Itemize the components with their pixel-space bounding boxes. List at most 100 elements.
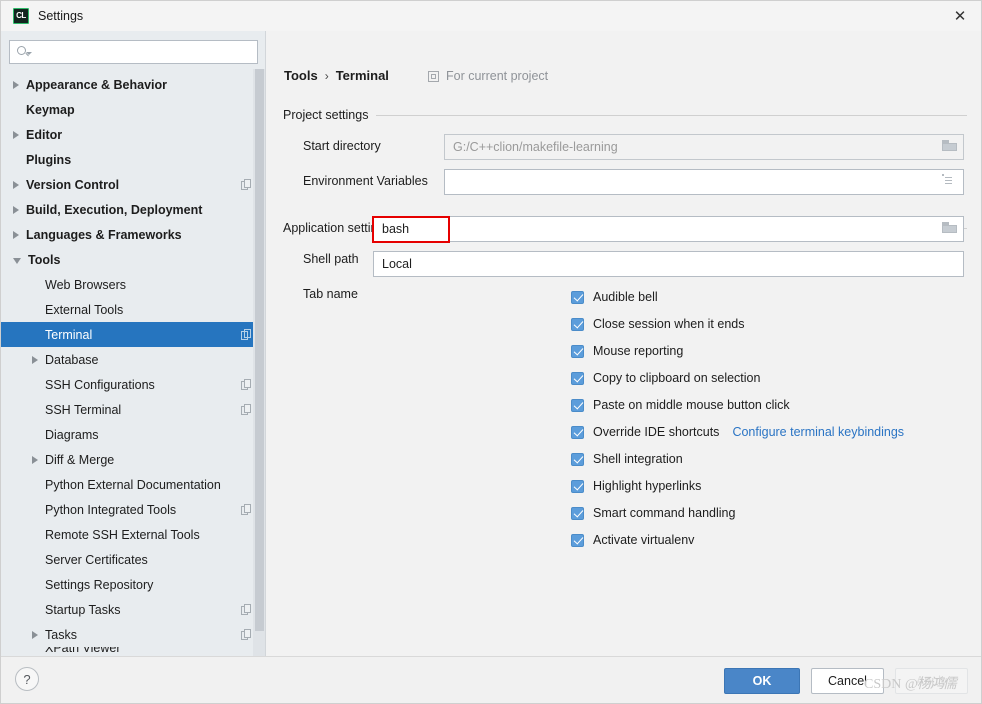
sidebar-item-tools[interactable]: Tools <box>1 247 266 272</box>
sidebar-item-ssh-configurations[interactable]: SSH Configurations <box>1 372 266 397</box>
close-icon[interactable]: ✕ <box>937 1 981 31</box>
sidebar-item-diff-merge[interactable]: Diff & Merge <box>1 447 266 472</box>
checkbox-row-close-session-when-it-ends[interactable]: Close session when it ends <box>571 317 744 331</box>
sidebar-scrollbar-thumb[interactable] <box>255 69 264 631</box>
project-scope-icon <box>241 403 252 416</box>
sidebar-item-label: Settings Repository <box>45 577 154 592</box>
help-button[interactable]: ? <box>15 667 39 691</box>
sidebar-item-version-control[interactable]: Version Control <box>1 172 266 197</box>
apply-button[interactable]: Apply <box>895 668 968 694</box>
checkbox-row-highlight-hyperlinks[interactable]: Highlight hyperlinks <box>571 479 701 493</box>
checkbox-checked-icon[interactable] <box>571 479 584 493</box>
sidebar-item-label: Startup Tasks <box>45 602 121 617</box>
checkbox-label: Mouse reporting <box>593 344 684 358</box>
for-current-project-text: For current project <box>446 69 549 83</box>
sidebar-item-build-execution-deployment[interactable]: Build, Execution, Deployment <box>1 197 266 222</box>
shell-path-field[interactable] <box>373 216 964 242</box>
checkbox-checked-icon[interactable] <box>571 317 584 331</box>
sidebar-item-web-browsers[interactable]: Web Browsers <box>1 272 266 297</box>
chevron-right-icon[interactable] <box>32 455 38 464</box>
sidebar-item-appearance-behavior[interactable]: Appearance & Behavior <box>1 72 266 97</box>
start-directory-field[interactable] <box>444 134 964 160</box>
checkbox-row-audible-bell[interactable]: Audible bell <box>571 290 658 304</box>
sidebar-item-diagrams[interactable]: Diagrams <box>1 422 266 447</box>
environment-variables-label: Environment Variables <box>303 174 428 188</box>
checkbox-checked-icon[interactable] <box>571 344 584 358</box>
sidebar-item-python-external-documentation[interactable]: Python External Documentation <box>1 472 266 497</box>
chevron-right-icon[interactable] <box>32 355 38 364</box>
title-bar: CL Settings ✕ <box>1 1 981 31</box>
checkbox-row-copy-to-clipboard-on-selection[interactable]: Copy to clipboard on selection <box>571 371 760 385</box>
search-box[interactable] <box>9 40 258 64</box>
shell-path-label-row: Shell path <box>303 252 359 266</box>
environment-variables-field[interactable] <box>444 169 964 195</box>
sidebar-item-xpath-viewer[interactable]: XPath Viewer <box>1 647 266 656</box>
breadcrumb-separator: › <box>324 68 329 83</box>
checkbox-checked-icon[interactable] <box>571 533 584 547</box>
checkbox-checked-icon[interactable] <box>571 452 584 466</box>
project-scope-icon <box>241 328 252 341</box>
sidebar-item-plugins[interactable]: Plugins <box>1 147 266 172</box>
sidebar-item-server-certificates[interactable]: Server Certificates <box>1 547 266 572</box>
search-input[interactable] <box>35 44 235 60</box>
environment-variables-input[interactable] <box>445 170 963 194</box>
search-icon[interactable] <box>15 43 33 61</box>
checkbox-row-activate-virtualenv[interactable]: Activate virtualenv <box>571 533 694 547</box>
checkbox-row-mouse-reporting[interactable]: Mouse reporting <box>571 344 683 358</box>
sidebar-item-startup-tasks[interactable]: Startup Tasks <box>1 597 266 622</box>
sidebar-item-label: Database <box>45 352 99 367</box>
sidebar-item-remote-ssh-external-tools[interactable]: Remote SSH External Tools <box>1 522 266 547</box>
sidebar-item-label: XPath Viewer <box>45 647 121 655</box>
tab-name-input[interactable] <box>374 252 963 276</box>
chevron-right-icon[interactable] <box>32 630 38 639</box>
tab-name-field[interactable] <box>373 251 964 277</box>
chevron-right-icon[interactable] <box>13 80 19 89</box>
project-scope-icon <box>241 628 252 641</box>
ok-button[interactable]: OK <box>724 668 800 694</box>
checkbox-checked-icon[interactable] <box>571 290 584 304</box>
folder-browse-icon[interactable] <box>942 139 958 155</box>
chevron-right-icon[interactable] <box>13 130 19 139</box>
checkbox-checked-icon[interactable] <box>571 371 584 385</box>
sidebar-item-languages-frameworks[interactable]: Languages & Frameworks <box>1 222 266 247</box>
env-list-icon[interactable] <box>942 174 958 190</box>
sidebar-item-terminal[interactable]: Terminal <box>1 322 266 347</box>
breadcrumb-parent[interactable]: Tools <box>284 68 318 83</box>
folder-browse-icon-shell[interactable] <box>942 221 958 237</box>
start-directory-input[interactable] <box>445 135 963 159</box>
chevron-right-icon[interactable] <box>13 205 19 214</box>
checkbox-label: Paste on middle mouse button click <box>593 398 790 412</box>
checkbox-row-shell-integration[interactable]: Shell integration <box>571 452 683 466</box>
sidebar-item-tasks[interactable]: Tasks <box>1 622 266 647</box>
sidebar-item-label: Languages & Frameworks <box>26 227 182 242</box>
checkbox-label: Audible bell <box>593 290 658 304</box>
cancel-button[interactable]: Cancel <box>811 668 884 694</box>
checkbox-row-override-ide-shortcuts[interactable]: Override IDE shortcuts Configure terminal… <box>571 425 904 439</box>
chevron-right-icon[interactable] <box>13 180 19 189</box>
sidebar-item-python-integrated-tools[interactable]: Python Integrated Tools <box>1 497 266 522</box>
configure-terminal-keybindings-link[interactable]: Configure terminal keybindings <box>732 425 904 439</box>
sidebar-item-external-tools[interactable]: External Tools <box>1 297 266 322</box>
checkbox-checked-icon[interactable] <box>571 425 584 439</box>
checkbox-label: Activate virtualenv <box>593 533 695 547</box>
checkbox-checked-icon[interactable] <box>571 506 584 520</box>
chevron-right-icon[interactable] <box>13 230 19 239</box>
sidebar-item-keymap[interactable]: Keymap <box>1 97 266 122</box>
sidebar-item-settings-repository[interactable]: Settings Repository <box>1 572 266 597</box>
sidebar-item-ssh-terminal[interactable]: SSH Terminal <box>1 397 266 422</box>
checkbox-row-paste-on-middle-mouse-button-click[interactable]: Paste on middle mouse button click <box>571 398 790 412</box>
checkbox-row-smart-command-handling[interactable]: Smart command handling <box>571 506 735 520</box>
shell-path-input[interactable] <box>374 217 963 241</box>
checkbox-checked-icon[interactable] <box>571 398 584 412</box>
sidebar-item-label: Python Integrated Tools <box>45 502 177 517</box>
sidebar-item-editor[interactable]: Editor <box>1 122 266 147</box>
sidebar-item-label: Diagrams <box>45 427 99 442</box>
sidebar-item-database[interactable]: Database <box>1 347 266 372</box>
chevron-down-icon[interactable] <box>13 257 21 264</box>
sidebar-item-label: Remote SSH External Tools <box>45 527 200 542</box>
